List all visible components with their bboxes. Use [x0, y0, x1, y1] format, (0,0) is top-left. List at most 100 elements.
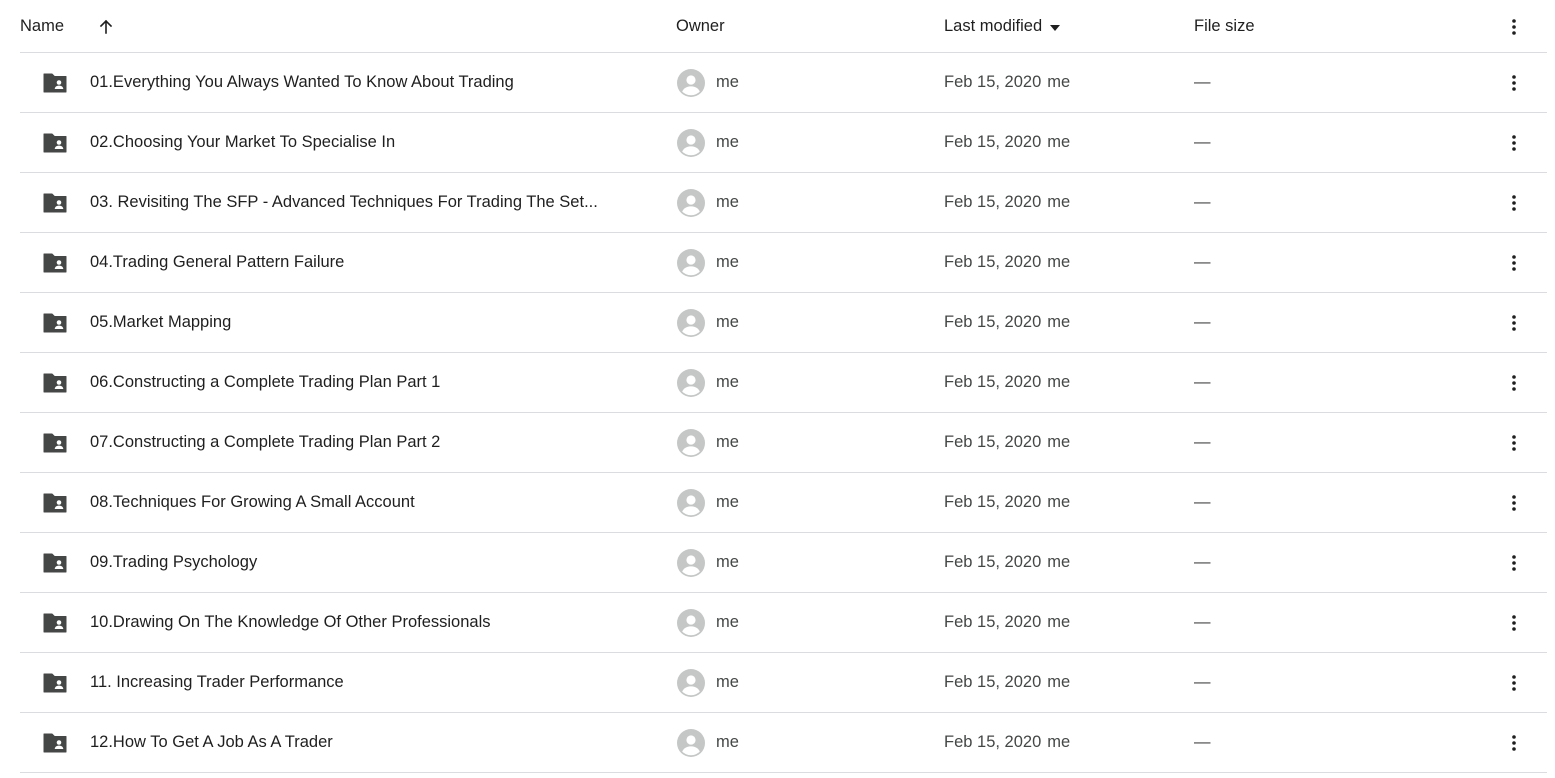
- modified-date: Feb 15, 2020: [944, 73, 1042, 91]
- file-size: —: [1194, 493, 1211, 511]
- file-size: —: [1194, 613, 1211, 631]
- shared-folder-icon: [41, 353, 69, 412]
- owner-name: me: [716, 673, 739, 691]
- modified-by: me: [1047, 73, 1071, 91]
- avatar: [676, 293, 706, 352]
- modified-by: me: [1047, 373, 1071, 391]
- more-vert-icon[interactable]: [1504, 113, 1524, 172]
- last-modified: Feb 15, 2020 me: [944, 653, 1070, 712]
- file-name[interactable]: 06.Constructing a Complete Trading Plan …: [90, 353, 650, 412]
- modified-date: Feb 15, 2020: [944, 493, 1042, 511]
- more-vert-icon[interactable]: [1504, 0, 1524, 53]
- avatar: [676, 353, 706, 412]
- last-modified: Feb 15, 2020 me: [944, 53, 1070, 112]
- more-vert-icon[interactable]: [1504, 713, 1524, 772]
- file-name[interactable]: 03. Revisiting The SFP - Advanced Techni…: [90, 173, 650, 232]
- file-size: —: [1194, 73, 1211, 91]
- shared-folder-icon: [41, 473, 69, 532]
- more-vert-icon[interactable]: [1504, 533, 1524, 592]
- modified-date: Feb 15, 2020: [944, 193, 1042, 211]
- modified-date: Feb 15, 2020: [944, 673, 1042, 691]
- last-modified: Feb 15, 2020 me: [944, 293, 1070, 352]
- table-row[interactable]: 06.Constructing a Complete Trading Plan …: [20, 353, 1547, 413]
- file-size: —: [1194, 133, 1211, 151]
- more-vert-icon[interactable]: [1504, 473, 1524, 532]
- avatar: [676, 533, 706, 592]
- file-size: —: [1194, 193, 1211, 211]
- file-name[interactable]: 02.Choosing Your Market To Specialise In: [90, 113, 650, 172]
- avatar: [676, 473, 706, 532]
- owner-name: me: [716, 133, 739, 151]
- table-row[interactable]: 02.Choosing Your Market To Specialise In…: [20, 113, 1547, 173]
- file-name[interactable]: 04.Trading General Pattern Failure: [90, 233, 650, 292]
- table-row[interactable]: 12.How To Get A Job As A Trader me Feb 1…: [20, 713, 1547, 773]
- file-name[interactable]: 12.How To Get A Job As A Trader: [90, 713, 650, 772]
- owner-name: me: [716, 553, 739, 571]
- column-header-row: Name Owner Last modified File size: [20, 0, 1547, 53]
- file-name[interactable]: 11. Increasing Trader Performance: [90, 653, 650, 712]
- file-size: —: [1194, 373, 1211, 391]
- shared-folder-icon: [41, 173, 69, 232]
- file-name[interactable]: 10.Drawing On The Knowledge Of Other Pro…: [90, 593, 650, 652]
- modified-date: Feb 15, 2020: [944, 133, 1042, 151]
- arrow-up-icon[interactable]: [96, 0, 116, 53]
- shared-folder-icon: [41, 113, 69, 172]
- table-row[interactable]: 10.Drawing On The Knowledge Of Other Pro…: [20, 593, 1547, 653]
- more-vert-icon[interactable]: [1504, 293, 1524, 352]
- shared-folder-icon: [41, 233, 69, 292]
- table-row[interactable]: 11. Increasing Trader Performance me Feb…: [20, 653, 1547, 713]
- modified-date: Feb 15, 2020: [944, 373, 1042, 391]
- avatar: [676, 233, 706, 292]
- file-size: —: [1194, 313, 1211, 331]
- owner-name: me: [716, 313, 739, 331]
- modified-by: me: [1047, 733, 1071, 751]
- more-vert-icon[interactable]: [1504, 353, 1524, 412]
- table-row[interactable]: 05.Market Mapping me Feb 15, 2020 me —: [20, 293, 1547, 353]
- owner-name: me: [716, 733, 739, 751]
- more-vert-icon[interactable]: [1504, 233, 1524, 292]
- more-vert-icon[interactable]: [1504, 53, 1524, 112]
- owner-name: me: [716, 493, 739, 511]
- last-modified: Feb 15, 2020 me: [944, 473, 1070, 532]
- owner-name: me: [716, 253, 739, 271]
- table-row[interactable]: 01.Everything You Always Wanted To Know …: [20, 53, 1547, 113]
- file-name[interactable]: 05.Market Mapping: [90, 293, 650, 352]
- name-column-header[interactable]: Name: [20, 0, 64, 53]
- modified-by: me: [1047, 313, 1071, 331]
- file-name[interactable]: 07.Constructing a Complete Trading Plan …: [90, 413, 650, 472]
- table-row[interactable]: 04.Trading General Pattern Failure me Fe…: [20, 233, 1547, 293]
- last-modified-column-header[interactable]: Last modified: [944, 0, 1061, 53]
- file-size-column-header[interactable]: File size: [1194, 0, 1255, 53]
- modified-date: Feb 15, 2020: [944, 433, 1042, 451]
- more-vert-icon[interactable]: [1504, 593, 1524, 652]
- modified-date: Feb 15, 2020: [944, 733, 1042, 751]
- modified-by: me: [1047, 193, 1071, 211]
- modified-by: me: [1047, 133, 1071, 151]
- more-vert-icon[interactable]: [1504, 173, 1524, 232]
- modified-by: me: [1047, 613, 1071, 631]
- modified-date: Feb 15, 2020: [944, 613, 1042, 631]
- owner-name: me: [716, 193, 739, 211]
- shared-folder-icon: [41, 653, 69, 712]
- file-size: —: [1194, 553, 1211, 571]
- file-name[interactable]: 09.Trading Psychology: [90, 533, 650, 592]
- owner-column-header[interactable]: Owner: [676, 0, 725, 53]
- file-size-column-label: File size: [1194, 17, 1255, 35]
- shared-folder-icon: [41, 53, 69, 112]
- modified-by: me: [1047, 493, 1071, 511]
- table-row[interactable]: 03. Revisiting The SFP - Advanced Techni…: [20, 173, 1547, 233]
- more-vert-icon[interactable]: [1504, 413, 1524, 472]
- file-name[interactable]: 08.Techniques For Growing A Small Accoun…: [90, 473, 650, 532]
- last-modified: Feb 15, 2020 me: [944, 713, 1070, 772]
- modified-by: me: [1047, 253, 1071, 271]
- shared-folder-icon: [41, 713, 69, 772]
- shared-folder-icon: [41, 293, 69, 352]
- table-row[interactable]: 09.Trading Psychology me Feb 15, 2020 me…: [20, 533, 1547, 593]
- table-row[interactable]: 07.Constructing a Complete Trading Plan …: [20, 413, 1547, 473]
- modified-by: me: [1047, 553, 1071, 571]
- file-list: Name Owner Last modified File size 01.Ev…: [20, 0, 1547, 773]
- table-row[interactable]: 08.Techniques For Growing A Small Accoun…: [20, 473, 1547, 533]
- owner-name: me: [716, 433, 739, 451]
- file-name[interactable]: 01.Everything You Always Wanted To Know …: [90, 53, 650, 112]
- more-vert-icon[interactable]: [1504, 653, 1524, 712]
